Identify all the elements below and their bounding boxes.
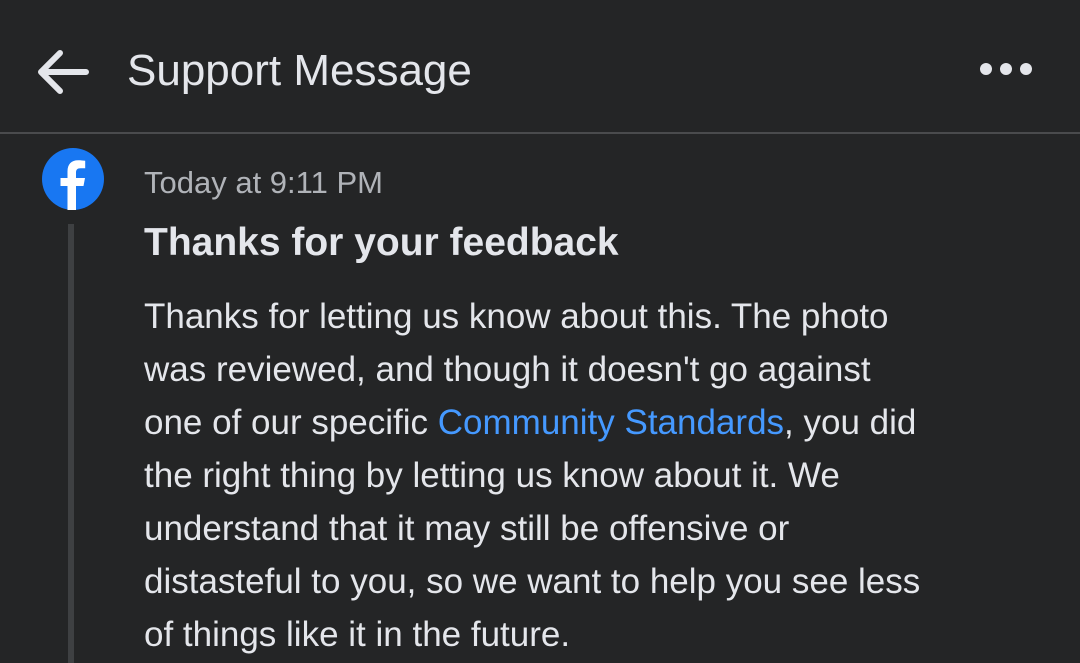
message-line: one of our specific Community Standards,… [144, 396, 1044, 449]
app-header: Support Message [0, 0, 1080, 134]
more-options-button[interactable] [966, 44, 1046, 94]
message-line: Thanks for letting us know about this. T… [144, 297, 889, 336]
message-line: distasteful to you, so we want to help y… [144, 562, 921, 601]
message-title: Thanks for your feedback [144, 221, 619, 264]
message-body: Thanks for letting us know about this. T… [144, 290, 1044, 661]
message-line: understand that it may still be offensiv… [144, 509, 790, 548]
message-line: of things like it in the future. [144, 615, 571, 654]
message-line: was reviewed, and though it doesn't go a… [144, 350, 871, 389]
message-text: one of our specific [144, 403, 438, 442]
facebook-logo-icon [42, 148, 104, 210]
message-text: , you did [784, 403, 917, 442]
sender-avatar [42, 148, 104, 210]
page-title: Support Message [127, 46, 472, 95]
message-timestamp: Today at 9:11 PM [144, 165, 383, 200]
community-standards-link[interactable]: Community Standards [438, 403, 784, 442]
arrow-left-icon [38, 50, 89, 94]
message-line: the right thing by letting us know about… [144, 456, 840, 495]
more-horizontal-icon [980, 63, 1032, 75]
back-button[interactable] [26, 36, 98, 108]
thread-line [68, 224, 74, 663]
